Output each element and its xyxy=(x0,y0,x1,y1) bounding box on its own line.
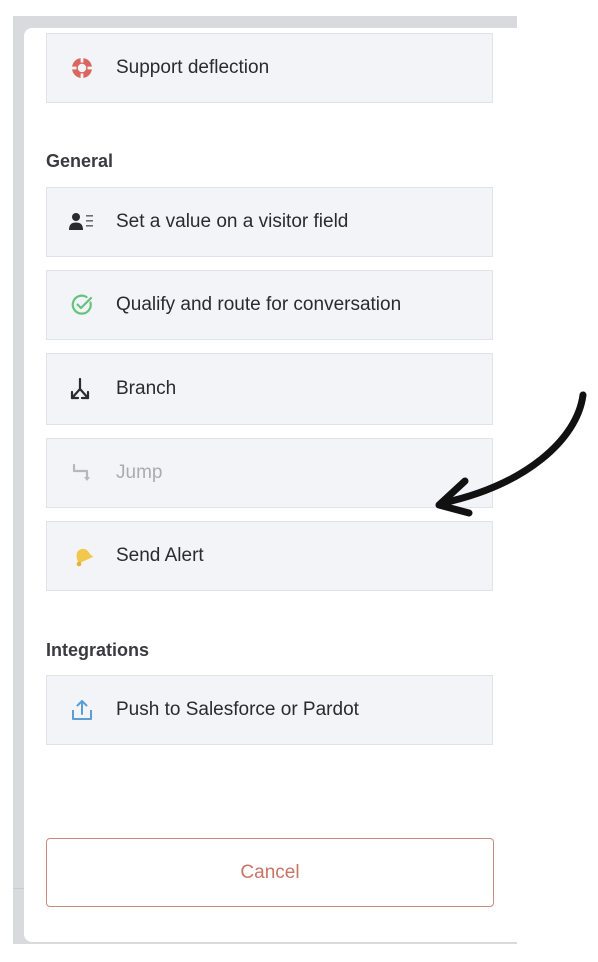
jump-icon xyxy=(47,461,117,485)
bell-icon xyxy=(47,544,117,568)
action-label: Jump xyxy=(116,462,163,483)
action-qualify-route[interactable]: Qualify and route for conversation xyxy=(46,270,493,340)
action-label: Qualify and route for conversation xyxy=(116,294,402,315)
upload-icon xyxy=(47,698,117,722)
action-send-alert[interactable]: Send Alert xyxy=(46,521,493,591)
action-label: Send Alert xyxy=(116,545,204,566)
contact-card-icon xyxy=(47,211,117,233)
action-label: Branch xyxy=(116,378,177,399)
action-label: Set a value on a visitor field xyxy=(116,211,349,232)
check-circle-icon xyxy=(47,293,117,317)
section-heading-general: General xyxy=(46,151,114,171)
action-label: Push to Salesforce or Pardot xyxy=(116,699,359,720)
section-heading-integrations: Integrations xyxy=(46,640,150,660)
action-support-deflection[interactable]: Support deflection xyxy=(46,33,493,103)
action-set-visitor-field[interactable]: Set a value on a visitor field xyxy=(46,187,493,257)
lifebuoy-icon xyxy=(47,56,117,80)
annotation-arrow-icon xyxy=(435,391,587,517)
action-label: Support deflection xyxy=(116,57,270,78)
branch-icon xyxy=(47,377,117,401)
action-push-salesforce[interactable]: Push to Salesforce or Pardot xyxy=(46,675,493,745)
cancel-button[interactable]: Cancel xyxy=(46,838,494,907)
